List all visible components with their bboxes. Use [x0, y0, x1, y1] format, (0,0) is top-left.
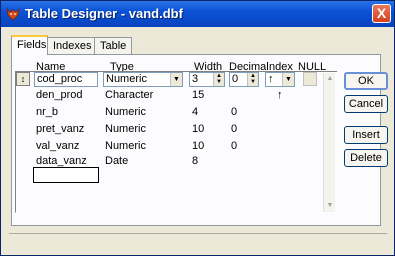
bottom-separator: [9, 233, 387, 248]
insert-button[interactable]: Insert: [344, 126, 388, 144]
field-type-select[interactable]: Numeric ▼: [103, 72, 183, 87]
chevron-down-icon[interactable]: ▼: [170, 73, 182, 86]
index-arrow-up-icon: ↑: [268, 73, 274, 85]
tab-indexes-label: Indexes: [53, 40, 92, 52]
scroll-up-icon[interactable]: ▲: [325, 74, 335, 84]
tab-fields[interactable]: Fields: [11, 35, 48, 55]
row-2-decimal[interactable]: 0: [231, 106, 237, 118]
row-5-name[interactable]: data_vanz: [36, 155, 87, 167]
row-1-index-arrow-icon[interactable]: ↑: [277, 89, 283, 101]
delete-button-label: Delete: [350, 152, 382, 164]
row-3-name[interactable]: pret_vanz: [36, 123, 84, 135]
new-field-name-input[interactable]: [33, 167, 99, 183]
field-name-input[interactable]: cod_proc: [34, 72, 98, 87]
row-3-decimal[interactable]: 0: [231, 123, 237, 135]
row-4-name[interactable]: val_vanz: [36, 140, 79, 152]
tab-table-label: Table: [100, 40, 127, 52]
field-index-select[interactable]: ↑ ▼: [265, 72, 295, 87]
null-toggle-button[interactable]: [303, 72, 317, 86]
close-button[interactable]: X: [372, 4, 391, 23]
row-4-type[interactable]: Numeric: [105, 140, 146, 152]
field-decimal-value: 0: [232, 73, 239, 85]
delete-button[interactable]: Delete: [344, 149, 388, 167]
row-4-decimal[interactable]: 0: [231, 140, 237, 152]
field-width-value: 3: [192, 73, 199, 85]
tab-indexes[interactable]: Indexes: [47, 37, 95, 54]
row-move-handle[interactable]: ↕: [16, 72, 30, 86]
row-2-width[interactable]: 4: [192, 106, 198, 118]
row-2-type[interactable]: Numeric: [105, 106, 146, 118]
ok-button-label: OK: [358, 75, 374, 87]
row-1-type[interactable]: Character: [105, 89, 153, 101]
cancel-button-label: Cancel: [348, 98, 384, 110]
row-2-name[interactable]: nr_b: [36, 106, 58, 118]
tab-table[interactable]: Table: [94, 37, 132, 54]
row-4-width[interactable]: 10: [192, 140, 204, 152]
field-decimal-spinner[interactable]: 0 ▲ ▼: [229, 72, 259, 87]
scroll-down-icon[interactable]: ▼: [325, 201, 335, 211]
insert-button-label: Insert: [352, 129, 380, 141]
spinner-arrows-icon[interactable]: ▲ ▼: [247, 73, 258, 86]
foxpro-app-icon: [6, 7, 20, 21]
vertical-scrollbar[interactable]: ▲ ▼: [323, 73, 335, 212]
chevron-down-icon[interactable]: ▼: [282, 73, 294, 86]
row-5-type[interactable]: Date: [105, 155, 128, 167]
cancel-button[interactable]: Cancel: [344, 95, 388, 113]
row-5-width[interactable]: 8: [192, 155, 198, 167]
row-3-type[interactable]: Numeric: [105, 123, 146, 135]
spinner-arrows-icon[interactable]: ▲ ▼: [213, 73, 224, 86]
field-width-spinner[interactable]: 3 ▲ ▼: [189, 72, 225, 87]
field-name-value: cod_proc: [37, 73, 83, 85]
title-bar[interactable]: Table Designer - vand.dbf X: [1, 1, 394, 27]
ok-button[interactable]: OK: [344, 72, 388, 90]
window-title: Table Designer - vand.dbf: [25, 6, 183, 21]
row-1-width[interactable]: 15: [192, 89, 204, 101]
move-arrows-icon: ↕: [20, 74, 26, 84]
row-1-name[interactable]: den_prod: [36, 89, 83, 101]
field-type-value: Numeric: [106, 73, 147, 85]
close-icon: X: [376, 5, 387, 21]
row-3-width[interactable]: 10: [192, 123, 204, 135]
table-designer-window: Table Designer - vand.dbf X Fields Index…: [0, 0, 395, 256]
tab-fields-label: Fields: [17, 39, 47, 51]
